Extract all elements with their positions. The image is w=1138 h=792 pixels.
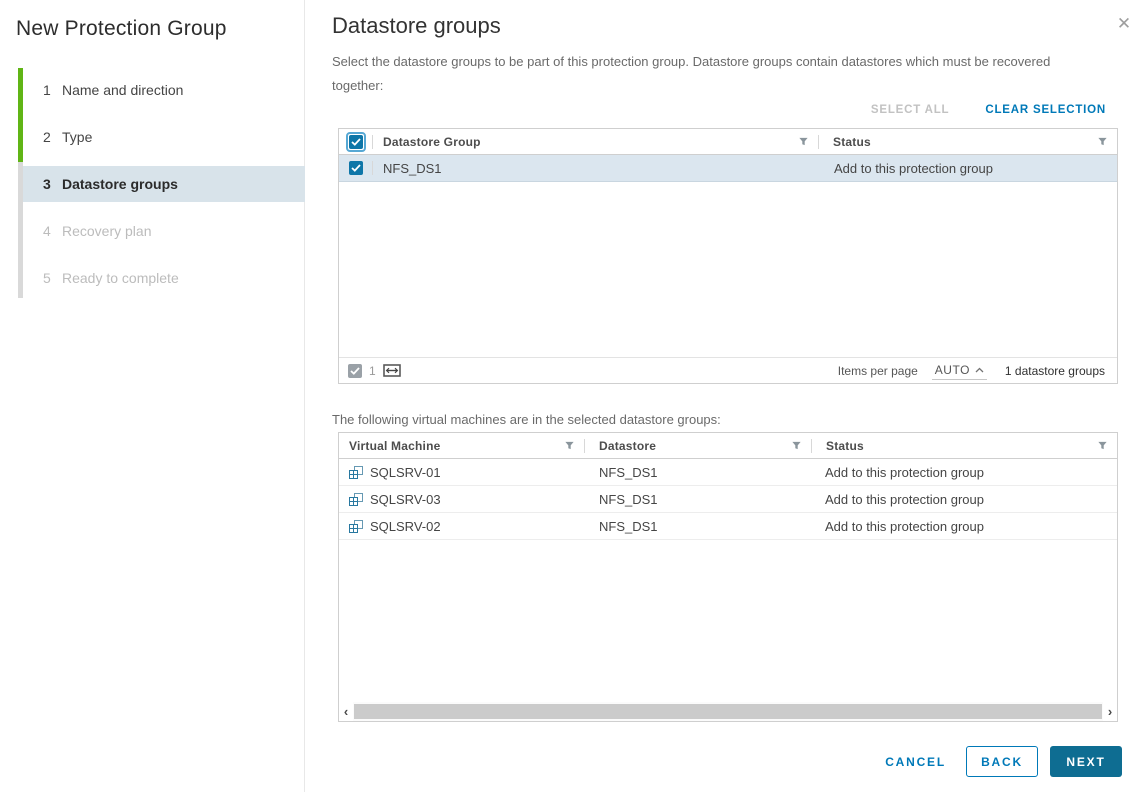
vm-name: SQLSRV-03: [370, 492, 441, 507]
selection-actions: SELECT ALL CLEAR SELECTION: [332, 104, 1106, 116]
scrollbar-thumb[interactable]: [354, 704, 1102, 719]
filter-icon[interactable]: [791, 440, 811, 451]
vm-table: Virtual Machine Datastore Status: [338, 432, 1118, 722]
total-count-label: 1 datastore groups: [1005, 364, 1105, 378]
cancel-button[interactable]: CANCEL: [885, 746, 946, 777]
datastore-table-header: Datastore Group Status: [339, 129, 1117, 155]
vm-table-header: Virtual Machine Datastore Status: [339, 433, 1117, 459]
select-all-checkbox-ring: [346, 132, 366, 152]
step-number: 1: [43, 82, 62, 98]
vm-table-empty-area: [339, 540, 1117, 702]
step-number: 2: [43, 129, 62, 145]
items-per-page-value: AUTO: [935, 363, 970, 377]
close-icon[interactable]: ✕: [1112, 12, 1136, 36]
datastore-group-table: Datastore Group Status NFS_DS1: [338, 128, 1118, 384]
virtual-machine-icon: [348, 492, 364, 507]
datastore-group-row[interactable]: NFS_DS1 Add to this protection group: [339, 155, 1117, 182]
wizard-footer-buttons: CANCEL BACK NEXT: [885, 746, 1122, 777]
vm-row: SQLSRV-01 NFS_DS1 Add to this protection…: [339, 459, 1117, 486]
step-number: 5: [43, 270, 62, 286]
step-recovery-plan: 4 Recovery plan: [23, 213, 305, 249]
next-button[interactable]: NEXT: [1050, 746, 1122, 777]
check-icon: [351, 138, 361, 146]
step-number: 4: [43, 223, 62, 239]
clear-selection-button[interactable]: CLEAR SELECTION: [985, 104, 1106, 116]
vm-datastore: NFS_DS1: [584, 519, 658, 534]
wizard-sidebar: New Protection Group 1 Name and directio…: [0, 0, 305, 792]
column-header-datastore: Datastore: [585, 439, 656, 453]
select-all-checkbox[interactable]: [349, 135, 363, 149]
items-per-page-select[interactable]: AUTO: [932, 362, 987, 380]
step-ready-to-complete: 5 Ready to complete: [23, 260, 305, 296]
vm-status: Add to this protection group: [810, 519, 984, 534]
filter-icon[interactable]: [564, 440, 584, 451]
vm-datastore: NFS_DS1: [584, 465, 658, 480]
vm-status: Add to this protection group: [810, 465, 984, 480]
selected-count: 1: [369, 364, 376, 378]
fit-columns-icon[interactable]: [383, 364, 401, 377]
page-description: Select the datastore groups to be part o…: [332, 50, 1062, 98]
step-name-and-direction[interactable]: 1 Name and direction: [23, 72, 305, 108]
column-header-status: Status: [812, 439, 864, 453]
datastore-table-empty-area: [339, 182, 1117, 357]
page-title: Datastore groups: [332, 13, 501, 39]
filter-icon[interactable]: [1097, 440, 1117, 451]
check-icon: [350, 367, 360, 375]
selected-count-checkbox-icon: [348, 364, 362, 378]
items-per-page-label: Items per page: [838, 364, 918, 378]
column-header-virtual-machine: Virtual Machine: [339, 439, 440, 453]
vm-section-intro: The following virtual machines are in th…: [332, 412, 721, 427]
vm-status: Add to this protection group: [810, 492, 984, 507]
step-label: Type: [62, 129, 92, 145]
step-type[interactable]: 2 Type: [23, 119, 305, 155]
vm-name: SQLSRV-01: [370, 465, 441, 480]
wizard-main-panel: ✕ Datastore groups Select the datastore …: [306, 0, 1138, 792]
virtual-machine-icon: [348, 465, 364, 480]
wizard-title: New Protection Group: [16, 17, 227, 41]
datastore-table-footer: 1 Items per page AUTO 1 datastore groups: [339, 357, 1117, 383]
filter-icon[interactable]: [798, 136, 818, 147]
step-number: 3: [43, 176, 62, 192]
back-button[interactable]: BACK: [966, 746, 1038, 777]
step-label: Name and direction: [62, 82, 183, 98]
filter-icon[interactable]: [1097, 136, 1117, 147]
horizontal-scrollbar: ‹ ›: [339, 702, 1117, 721]
step-label: Ready to complete: [62, 270, 179, 286]
row-checkbox[interactable]: [349, 161, 363, 175]
datastore-group-status: Add to this protection group: [819, 161, 993, 176]
scroll-left-arrow[interactable]: ‹: [339, 702, 353, 721]
vm-datastore: NFS_DS1: [584, 492, 658, 507]
column-header-datastore-group: Datastore Group: [373, 135, 481, 149]
check-icon: [351, 164, 361, 172]
datastore-group-name: NFS_DS1: [373, 161, 442, 176]
scroll-right-arrow[interactable]: ›: [1103, 702, 1117, 721]
step-datastore-groups[interactable]: 3 Datastore groups: [23, 166, 305, 202]
step-label: Datastore groups: [62, 176, 178, 192]
select-all-button[interactable]: SELECT ALL: [871, 104, 950, 116]
vm-row: SQLSRV-02 NFS_DS1 Add to this protection…: [339, 513, 1117, 540]
step-label: Recovery plan: [62, 223, 152, 239]
chevron-up-icon: [975, 367, 984, 373]
virtual-machine-icon: [348, 519, 364, 534]
column-header-status: Status: [819, 135, 871, 149]
vm-row: SQLSRV-03 NFS_DS1 Add to this protection…: [339, 486, 1117, 513]
vm-name: SQLSRV-02: [370, 519, 441, 534]
